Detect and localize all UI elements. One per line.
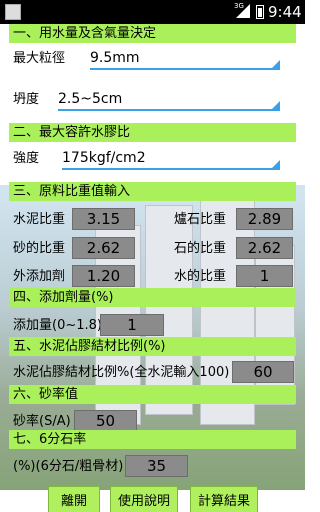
sand-ratio-label: 砂率(S/A) xyxy=(13,414,71,429)
dropdown-arrow-icon xyxy=(272,101,280,109)
help-button[interactable]: 使用說明 xyxy=(110,486,178,512)
signal-icon xyxy=(236,4,250,18)
dosage-label: 添加量(0~1.8) xyxy=(13,318,102,333)
clock: 9:44 xyxy=(268,3,302,21)
dosage-input[interactable]: 1 xyxy=(100,314,164,336)
slag-gravity-label: 爐石比重 xyxy=(174,212,227,227)
section-6-header: 六、砂率值 xyxy=(9,385,296,404)
sand-ratio-input[interactable]: 50 xyxy=(74,410,137,432)
gravel-ratio-label: (%)(6分石/粗骨材) xyxy=(13,459,124,474)
cement-ratio-input[interactable]: 60 xyxy=(232,361,294,383)
stone-gravity-label: 石的比重 xyxy=(174,241,227,256)
strength-label: 強度 xyxy=(13,151,40,166)
aggregate-spinner[interactable]: 9.5mm xyxy=(90,48,280,70)
cement-gravity-label: 水泥比重 xyxy=(13,212,66,227)
section-7-header: 七、6分石率 xyxy=(9,430,296,449)
section-2-header: 二、最大容許水膠比 xyxy=(9,123,296,142)
stone-gravity-input[interactable]: 2.62 xyxy=(236,237,293,259)
sand-gravity-input[interactable]: 2.62 xyxy=(72,237,135,259)
section-5-header: 五、水泥佔膠結材比例(%) xyxy=(9,337,296,356)
dropdown-arrow-icon xyxy=(272,60,280,68)
section-1-header: 一、用水量及含氣量決定 xyxy=(9,24,296,43)
water-gravity-label: 水的比重 xyxy=(174,269,227,284)
slump-spinner[interactable]: 2.5~5cm xyxy=(58,89,280,111)
water-gravity-input[interactable]: 1 xyxy=(236,265,293,287)
app-notification-icon xyxy=(5,4,21,20)
dropdown-arrow-icon xyxy=(272,160,280,168)
admixture-gravity-input[interactable]: 1.20 xyxy=(72,265,135,287)
aggregate-value: 9.5mm xyxy=(90,50,140,66)
slump-value: 2.5~5cm xyxy=(58,91,123,107)
strength-value: 175kgf/cm2 xyxy=(62,150,146,166)
gravel-ratio-input[interactable]: 35 xyxy=(125,455,188,477)
battery-icon xyxy=(256,5,264,19)
cement-gravity-input[interactable]: 3.15 xyxy=(72,208,135,230)
section-3-header: 三、原料比重值輸入 xyxy=(9,182,296,201)
admixture-gravity-label: 外添加劑 xyxy=(13,269,66,284)
aggregate-label: 最大粒徑 xyxy=(13,51,66,66)
slag-gravity-input[interactable]: 2.89 xyxy=(236,208,293,230)
slump-label: 坍度 xyxy=(13,92,40,107)
strength-spinner[interactable]: 175kgf/cm2 xyxy=(62,148,280,170)
exit-button[interactable]: 離開 xyxy=(48,486,100,512)
status-bar: 3G 9:44 xyxy=(0,0,305,24)
section-4-header: 四、添加劑量(%) xyxy=(9,288,296,307)
calculate-button[interactable]: 計算結果 xyxy=(190,486,258,512)
cement-ratio-label: 水泥佔膠結材比例%(全水泥輸入100) xyxy=(13,365,230,380)
sand-gravity-label: 砂的比重 xyxy=(13,241,66,256)
